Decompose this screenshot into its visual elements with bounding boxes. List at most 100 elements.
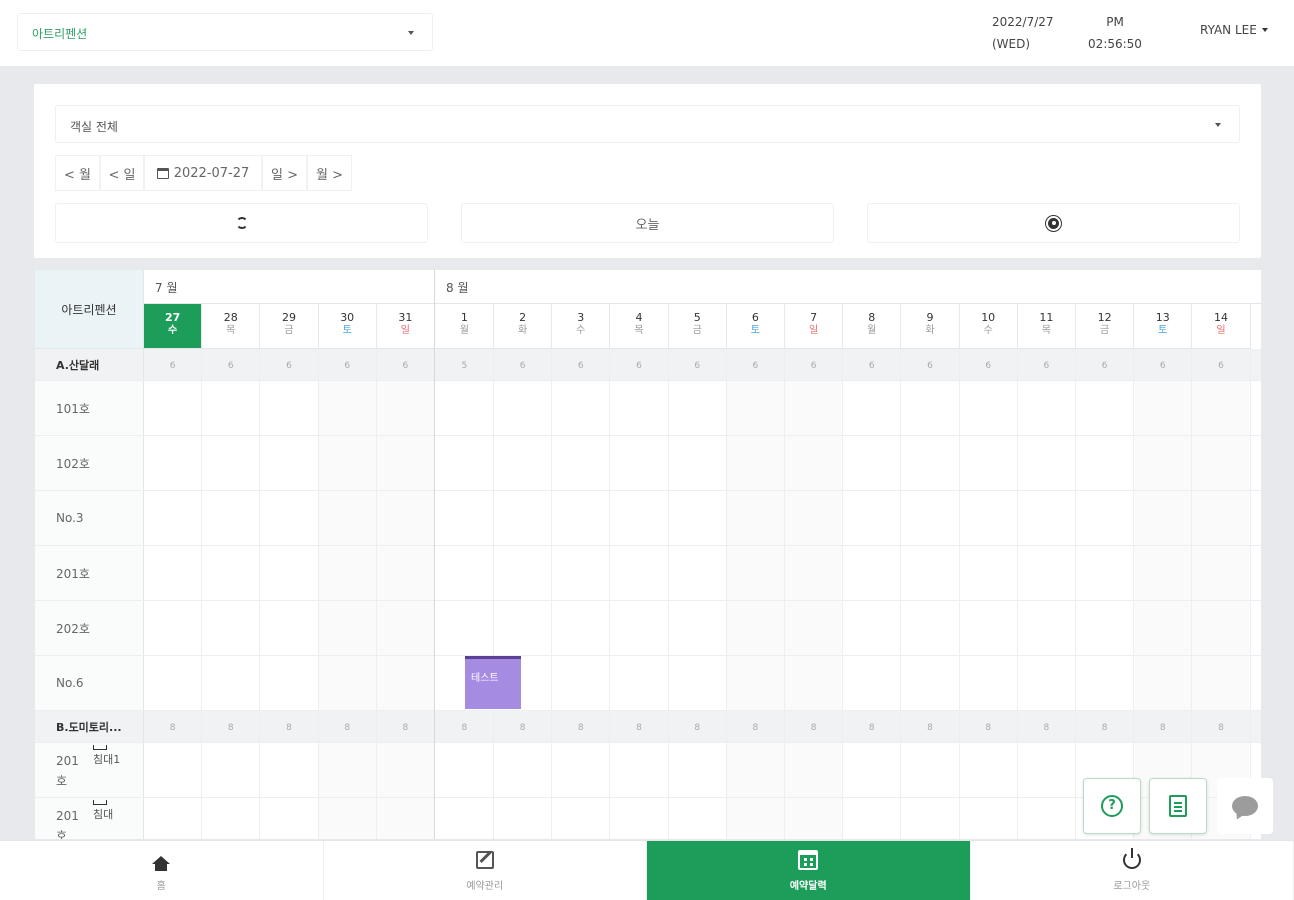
booking-cell[interactable] bbox=[1018, 743, 1076, 797]
booking-cell[interactable] bbox=[843, 798, 902, 839]
booking-cell[interactable] bbox=[436, 798, 494, 839]
booking-cell[interactable] bbox=[436, 743, 494, 797]
room-select[interactable]: 객실 전체 bbox=[55, 105, 1240, 143]
next-month-button[interactable]: 월 > bbox=[307, 155, 352, 191]
booking-cell[interactable] bbox=[960, 601, 1018, 655]
booking-cell[interactable] bbox=[1192, 601, 1251, 655]
booking-block[interactable]: 테스트 bbox=[465, 656, 521, 709]
booking-cell[interactable] bbox=[552, 491, 611, 545]
booking-cell[interactable] bbox=[260, 743, 319, 797]
booking-cell[interactable] bbox=[376, 491, 435, 545]
booking-cell[interactable] bbox=[552, 601, 611, 655]
nav-home[interactable]: 홈 bbox=[0, 841, 324, 900]
nav-logout[interactable]: 로그아웃 bbox=[971, 841, 1294, 900]
booking-cell[interactable] bbox=[260, 381, 319, 435]
booking-cell[interactable] bbox=[144, 546, 203, 600]
booking-cell[interactable] bbox=[960, 743, 1018, 797]
booking-cell[interactable] bbox=[960, 798, 1018, 839]
booking-cell[interactable] bbox=[901, 601, 960, 655]
booking-cell[interactable] bbox=[726, 798, 785, 839]
booking-cell[interactable] bbox=[436, 436, 494, 490]
prev-day-button[interactable]: < 일 bbox=[100, 155, 144, 191]
booking-cell[interactable] bbox=[1018, 546, 1076, 600]
booking-cell[interactable] bbox=[1192, 436, 1251, 490]
booking-cell[interactable] bbox=[960, 546, 1018, 600]
booking-cell[interactable] bbox=[494, 743, 553, 797]
booking-cell[interactable] bbox=[785, 601, 844, 655]
booking-cell[interactable] bbox=[376, 798, 435, 839]
booking-cell[interactable] bbox=[843, 743, 902, 797]
booking-cell[interactable] bbox=[376, 656, 435, 710]
booking-cell[interactable] bbox=[144, 601, 203, 655]
booking-cell[interactable] bbox=[144, 743, 203, 797]
booking-cell[interactable] bbox=[785, 656, 844, 710]
booking-cell[interactable] bbox=[1018, 656, 1076, 710]
booking-cell[interactable] bbox=[901, 491, 960, 545]
nav-booking-calendar[interactable]: 예약달력 bbox=[647, 841, 971, 900]
booking-cell[interactable] bbox=[202, 743, 261, 797]
refresh-button[interactable] bbox=[55, 203, 428, 243]
booking-cell[interactable] bbox=[436, 601, 494, 655]
booking-cell[interactable] bbox=[260, 436, 319, 490]
booking-cell[interactable] bbox=[785, 436, 844, 490]
booking-cell[interactable] bbox=[669, 381, 727, 435]
booking-cell[interactable] bbox=[726, 601, 785, 655]
booking-cell[interactable] bbox=[202, 491, 261, 545]
booking-cell[interactable] bbox=[1076, 381, 1135, 435]
booking-cell[interactable] bbox=[494, 798, 553, 839]
booking-cell[interactable] bbox=[1134, 601, 1193, 655]
booking-cell[interactable] bbox=[1076, 546, 1135, 600]
booking-cell[interactable] bbox=[901, 656, 960, 710]
booking-cell[interactable] bbox=[843, 656, 902, 710]
booking-cell[interactable] bbox=[144, 381, 203, 435]
booking-cell[interactable] bbox=[726, 381, 785, 435]
booking-cell[interactable] bbox=[1076, 656, 1135, 710]
booking-cell[interactable] bbox=[901, 743, 960, 797]
booking-cell[interactable] bbox=[318, 381, 377, 435]
booking-cell[interactable] bbox=[202, 436, 261, 490]
booking-cell[interactable] bbox=[144, 656, 203, 710]
booking-cell[interactable] bbox=[1192, 656, 1251, 710]
booking-cell[interactable] bbox=[785, 743, 844, 797]
booking-cell[interactable] bbox=[1018, 601, 1076, 655]
booking-cell[interactable] bbox=[843, 601, 902, 655]
booking-cell[interactable] bbox=[1018, 381, 1076, 435]
booking-cell[interactable] bbox=[552, 436, 611, 490]
booking-cell[interactable] bbox=[1134, 656, 1193, 710]
booking-cell[interactable] bbox=[202, 546, 261, 600]
booking-cell[interactable] bbox=[785, 546, 844, 600]
booking-cell[interactable] bbox=[610, 546, 669, 600]
booking-cell[interactable] bbox=[960, 491, 1018, 545]
booking-cell[interactable] bbox=[785, 798, 844, 839]
booking-cell[interactable] bbox=[318, 546, 377, 600]
booking-cell[interactable] bbox=[318, 601, 377, 655]
booking-cell[interactable] bbox=[1076, 436, 1135, 490]
booking-cell[interactable] bbox=[318, 436, 377, 490]
booking-cell[interactable] bbox=[901, 381, 960, 435]
booking-cell[interactable] bbox=[726, 491, 785, 545]
booking-cell[interactable] bbox=[1018, 436, 1076, 490]
booking-cell[interactable] bbox=[726, 546, 785, 600]
booking-cell[interactable] bbox=[785, 491, 844, 545]
booking-cell[interactable] bbox=[494, 436, 553, 490]
booking-cell[interactable] bbox=[1076, 601, 1135, 655]
booking-cell[interactable] bbox=[260, 656, 319, 710]
booking-cell[interactable] bbox=[144, 798, 203, 839]
booking-cell[interactable] bbox=[785, 381, 844, 435]
booking-cell[interactable] bbox=[669, 491, 727, 545]
booking-cell[interactable] bbox=[669, 743, 727, 797]
booking-cell[interactable] bbox=[552, 381, 611, 435]
booking-cell[interactable] bbox=[1192, 491, 1251, 545]
booking-cell[interactable] bbox=[260, 546, 319, 600]
user-menu[interactable]: RYAN LEE bbox=[1200, 23, 1268, 37]
booking-cell[interactable] bbox=[552, 743, 611, 797]
settings-button[interactable] bbox=[867, 203, 1240, 243]
booking-cell[interactable] bbox=[376, 743, 435, 797]
booking-cell[interactable] bbox=[144, 491, 203, 545]
booking-cell[interactable] bbox=[726, 743, 785, 797]
booking-cell[interactable] bbox=[726, 436, 785, 490]
booking-cell[interactable] bbox=[260, 601, 319, 655]
booking-cell[interactable] bbox=[202, 601, 261, 655]
booking-cell[interactable] bbox=[1134, 381, 1193, 435]
next-day-button[interactable]: 일 > bbox=[262, 155, 307, 191]
